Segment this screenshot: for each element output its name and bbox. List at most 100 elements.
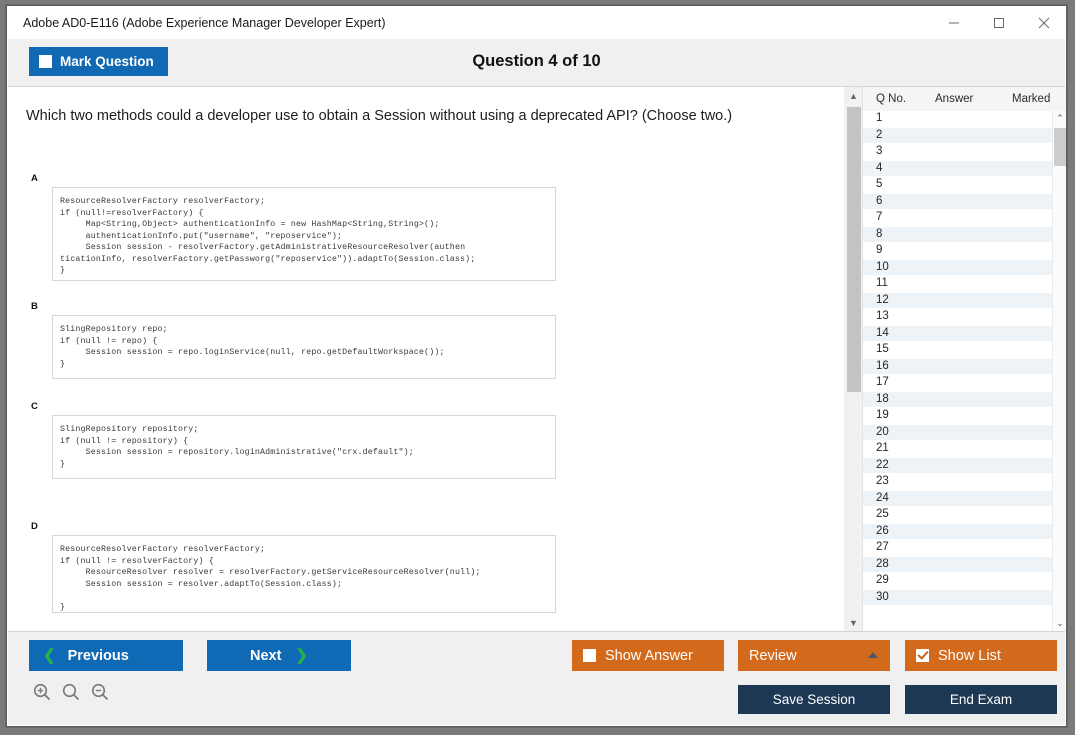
footer-toolbar: ❮ Previous Next ❯ Show Answer Review Sho… [8,631,1065,725]
zoom-in-icon[interactable] [32,682,52,702]
maximize-icon[interactable] [976,6,1021,39]
next-label: Next [249,647,282,664]
review-dropdown-button[interactable]: Review [738,640,890,671]
question-number: 29 [876,574,889,586]
previous-button[interactable]: ❮ Previous [29,640,183,671]
next-button[interactable]: Next ❯ [207,640,351,671]
question-list-row[interactable]: 15 [863,342,1066,359]
question-list-row[interactable]: 7 [863,210,1066,227]
question-list-row[interactable]: 12 [863,292,1066,309]
show-answer-checkbox-icon[interactable] [583,649,596,662]
save-session-label: Save Session [772,692,856,707]
option-d-code[interactable]: ResourceResolverFactory resolverFactory;… [52,535,556,613]
question-list-row[interactable]: 18 [863,391,1066,408]
question-list-row[interactable]: 5 [863,177,1066,194]
question-list-row[interactable]: 24 [863,490,1066,507]
question-list-row[interactable]: 8 [863,226,1066,243]
question-list-header: Q No. Answer Marked [863,87,1066,112]
question-number: 19 [876,409,889,421]
question-list-row[interactable]: 19 [863,408,1066,425]
question-list-row[interactable]: 16 [863,358,1066,375]
question-list-row[interactable]: 14 [863,325,1066,342]
end-exam-label: End Exam [949,692,1013,707]
question-number: 21 [876,442,889,454]
question-list-row[interactable]: 17 [863,375,1066,392]
header-bar: Mark Question Question 4 of 10 [8,39,1065,87]
question-list-row[interactable]: 9 [863,243,1066,260]
show-list-button[interactable]: Show List [905,640,1057,671]
end-exam-button[interactable]: End Exam [905,685,1057,714]
app-root: Adobe AD0-E116 (Adobe Experience Manager… [0,0,1075,735]
show-list-checkbox-icon[interactable] [916,649,929,662]
question-number: 25 [876,508,889,520]
content-scrollbar[interactable]: ▲ ▼ [844,87,863,631]
question-list-row[interactable]: 26 [863,523,1066,540]
question-number: 5 [876,178,883,190]
list-scroll-down-icon[interactable]: ⌄ [1053,616,1066,631]
question-list-row[interactable]: 23 [863,474,1066,491]
chevron-left-icon: ❮ [43,647,56,664]
question-list-body[interactable]: 1 2 3 4 5 6 7 8 9 10 11 12 13 14 15 16 17 18 19 20 21 22 23 24 2… [863,111,1066,631]
option-c-code-text: SlingRepository repository; if (null != … [60,425,414,469]
question-number: 7 [876,211,883,223]
question-number: 22 [876,458,889,471]
question-number: 18 [876,392,889,405]
close-icon[interactable] [1021,6,1066,39]
question-list-scrollbar-thumb[interactable] [1054,128,1066,166]
option-b-letter: B [31,301,38,312]
title-bar: Adobe AD0-E116 (Adobe Experience Manager… [7,6,1066,39]
question-list-scrollbar[interactable]: ⌃ ⌄ [1052,111,1066,631]
question-list-row[interactable]: 3 [863,144,1066,161]
chevron-right-icon: ❯ [295,647,308,664]
question-number: 28 [876,557,889,570]
list-scroll-up-icon[interactable]: ⌃ [1053,111,1066,126]
question-list-row[interactable]: 2 [863,127,1066,144]
question-list-row[interactable]: 22 [863,457,1066,474]
show-answer-label: Show Answer [605,647,693,664]
option-b-code[interactable]: SlingRepository repo; if (null != repo) … [52,315,556,379]
question-number: 12 [876,293,889,306]
question-list-row[interactable]: 28 [863,556,1066,573]
question-number: 17 [876,376,889,388]
zoom-reset-icon[interactable] [61,682,81,702]
question-text: Which two methods could a developer use … [26,108,733,124]
question-list-row[interactable]: 25 [863,507,1066,524]
question-number: 4 [876,161,883,174]
option-a-code[interactable]: ResourceResolverFactory resolverFactory;… [52,187,556,281]
question-list-row[interactable]: 21 [863,441,1066,458]
column-header-qno: Q No. [876,93,907,105]
zoom-toolbar [32,682,110,702]
question-number: 15 [876,343,889,355]
show-answer-button[interactable]: Show Answer [572,640,724,671]
review-label: Review [749,647,797,664]
option-c-code[interactable]: SlingRepository repository; if (null != … [52,415,556,479]
option-b-code-text: SlingRepository repo; if (null != repo) … [60,325,445,369]
question-list-row[interactable]: 30 [863,589,1066,606]
scroll-up-icon[interactable]: ▲ [844,87,863,104]
question-list-row[interactable]: 10 [863,259,1066,276]
question-list-row[interactable]: 13 [863,309,1066,326]
zoom-out-icon[interactable] [90,682,110,702]
question-list-row[interactable]: 1 [863,111,1066,128]
option-a-code-text: ResourceResolverFactory resolverFactory;… [60,197,476,275]
previous-label: Previous [67,647,129,664]
scroll-down-icon[interactable]: ▼ [844,614,863,631]
question-number: 13 [876,310,889,322]
question-list-row[interactable]: 20 [863,424,1066,441]
question-list-row[interactable]: 11 [863,276,1066,293]
save-session-button[interactable]: Save Session [738,685,890,714]
question-number: 1 [876,112,883,124]
question-list-row[interactable]: 27 [863,540,1066,557]
question-number: 11 [876,277,888,289]
minimize-icon[interactable] [931,6,976,39]
exam-window: Adobe AD0-E116 (Adobe Experience Manager… [6,5,1067,727]
question-list-row[interactable]: 4 [863,160,1066,177]
question-number: 24 [876,491,889,504]
question-list-row[interactable]: 29 [863,573,1066,590]
question-number: 10 [876,260,889,273]
question-number: 26 [876,524,889,537]
content-scrollbar-thumb[interactable] [847,107,861,392]
question-list-row[interactable]: 6 [863,193,1066,210]
page-title: Question 4 of 10 [472,52,601,70]
question-number: 16 [876,359,889,372]
